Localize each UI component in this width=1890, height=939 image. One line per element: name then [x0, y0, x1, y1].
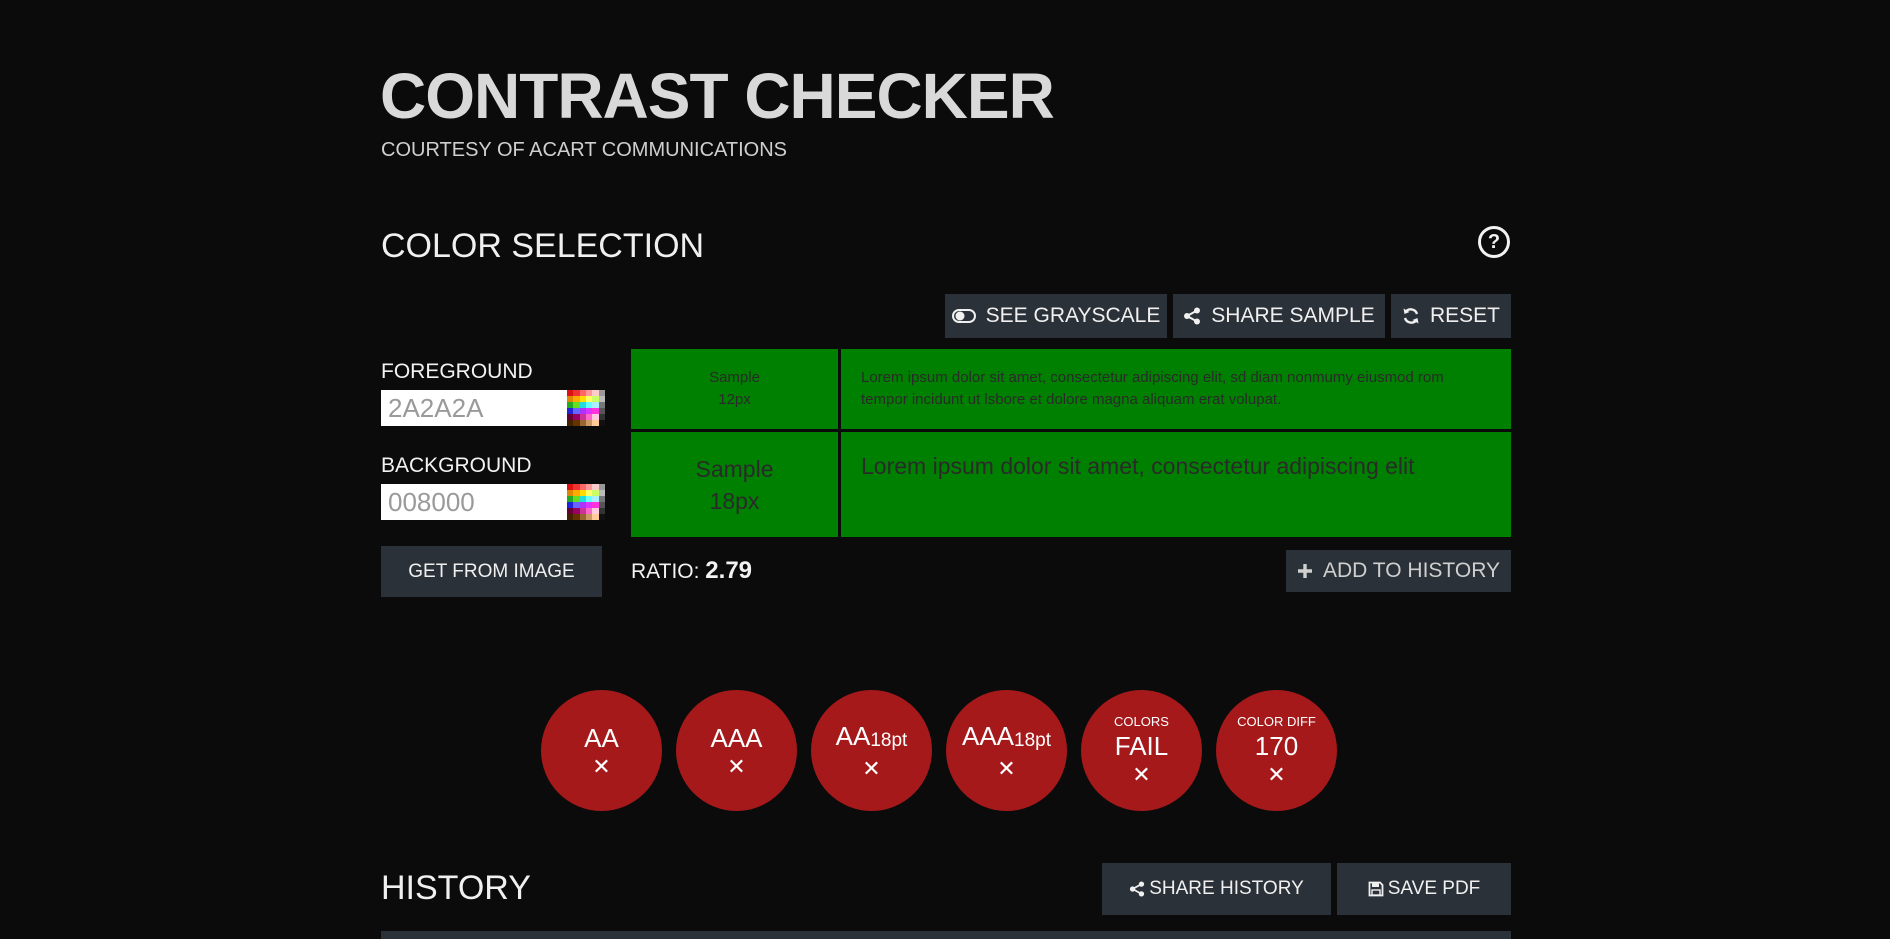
badge-title: AA18pt: [836, 721, 908, 755]
foreground-label: FOREGROUND: [381, 360, 533, 383]
palette-icon[interactable]: [567, 390, 605, 426]
badge-aa: AA ✕: [541, 690, 662, 811]
share-history-label: SHARE HISTORY: [1149, 878, 1304, 899]
share-sample-button[interactable]: SHARE SAMPLE: [1173, 294, 1385, 338]
fail-x-icon: ✕: [997, 755, 1016, 781]
result-badges: AA ✕ AAA ✕ AA18pt ✕ AAA18pt ✕ COLORS FAI…: [541, 690, 1337, 811]
save-pdf-label: SAVE PDF: [1387, 878, 1481, 899]
ratio-value: 2.79: [705, 557, 753, 584]
badge-title: AA: [584, 722, 619, 753]
ratio-label: RATIO:: [631, 560, 700, 583]
contrast-ratio: RATIO: 2.79: [631, 556, 752, 587]
badge-suffix: 18pt: [1014, 729, 1051, 751]
badge-title: 170: [1254, 730, 1299, 761]
save-icon: [1368, 881, 1384, 897]
badge-aa-18pt: AA18pt ✕: [811, 690, 932, 811]
see-grayscale-button[interactable]: SEE GRAYSCALE: [945, 294, 1167, 338]
sample-large-cell: Sample 18px: [631, 432, 838, 537]
background-input[interactable]: [381, 484, 567, 520]
refresh-icon: [1402, 307, 1420, 325]
sample-large-size: 18px: [709, 487, 760, 514]
history-title: HISTORY: [381, 869, 531, 907]
add-to-history-button[interactable]: ADD TO HISTORY: [1286, 550, 1511, 592]
toggle-icon: [951, 309, 976, 323]
badge-title: FAIL: [1114, 730, 1169, 761]
sample-large-text: Lorem ipsum dolor sit amet, consectetur …: [841, 432, 1511, 537]
page-subtitle: COURTESY OF ACART COMMUNICATIONS: [381, 139, 787, 161]
add-to-history-label: ADD TO HISTORY: [1323, 559, 1500, 582]
help-icon[interactable]: ?: [1478, 226, 1510, 258]
fail-x-icon: ✕: [727, 753, 746, 779]
badge-caption: COLORS: [1114, 713, 1169, 729]
share-icon: [1183, 307, 1201, 325]
foreground-input[interactable]: [381, 390, 567, 426]
badge-aaa-18pt: AAA18pt ✕: [946, 690, 1067, 811]
background-label: BACKGROUND: [381, 454, 532, 477]
reset-button[interactable]: RESET: [1391, 294, 1511, 338]
save-pdf-button[interactable]: SAVE PDF: [1337, 863, 1511, 915]
sample-small-text: Lorem ipsum dolor sit amet, consectetur …: [841, 349, 1511, 429]
sample-small-label: Sample: [709, 369, 760, 386]
color-selection-title: COLOR SELECTION: [381, 227, 705, 265]
badge-caption: COLOR DIFF: [1237, 713, 1316, 729]
badge-aaa: AAA ✕: [676, 690, 797, 811]
sample-small-cell: Sample 12px: [631, 349, 838, 429]
badge-main: AA: [835, 720, 871, 751]
fail-x-icon: ✕: [1132, 761, 1151, 787]
badge-suffix: 18pt: [870, 729, 908, 751]
see-grayscale-label: SEE GRAYSCALE: [985, 304, 1161, 327]
badge-title: AAA: [710, 722, 763, 753]
badge-colors: COLORS FAIL ✕: [1081, 690, 1202, 811]
badge-color-diff: COLOR DIFF 170 ✕: [1216, 690, 1337, 811]
sample-large-label: Sample: [695, 455, 774, 482]
sample-small-size: 12px: [718, 391, 751, 408]
sample-preview: Sample 12px Lorem ipsum dolor sit amet, …: [631, 349, 1511, 537]
get-from-image-button[interactable]: GET FROM IMAGE: [381, 546, 602, 597]
palette-icon[interactable]: [567, 484, 605, 520]
fail-x-icon: ✕: [592, 753, 611, 779]
history-table-header: [381, 931, 1511, 939]
plus-icon: [1297, 563, 1313, 579]
reset-label: RESET: [1429, 304, 1500, 327]
fail-x-icon: ✕: [1267, 761, 1286, 787]
fail-x-icon: ✕: [862, 755, 881, 781]
badge-title: AAA18pt: [962, 721, 1051, 755]
share-icon: [1129, 881, 1145, 897]
badge-main: AAA: [961, 720, 1015, 751]
share-sample-label: SHARE SAMPLE: [1211, 304, 1375, 327]
page-title: CONTRAST CHECKER: [380, 60, 1055, 132]
share-history-button[interactable]: SHARE HISTORY: [1102, 863, 1331, 915]
